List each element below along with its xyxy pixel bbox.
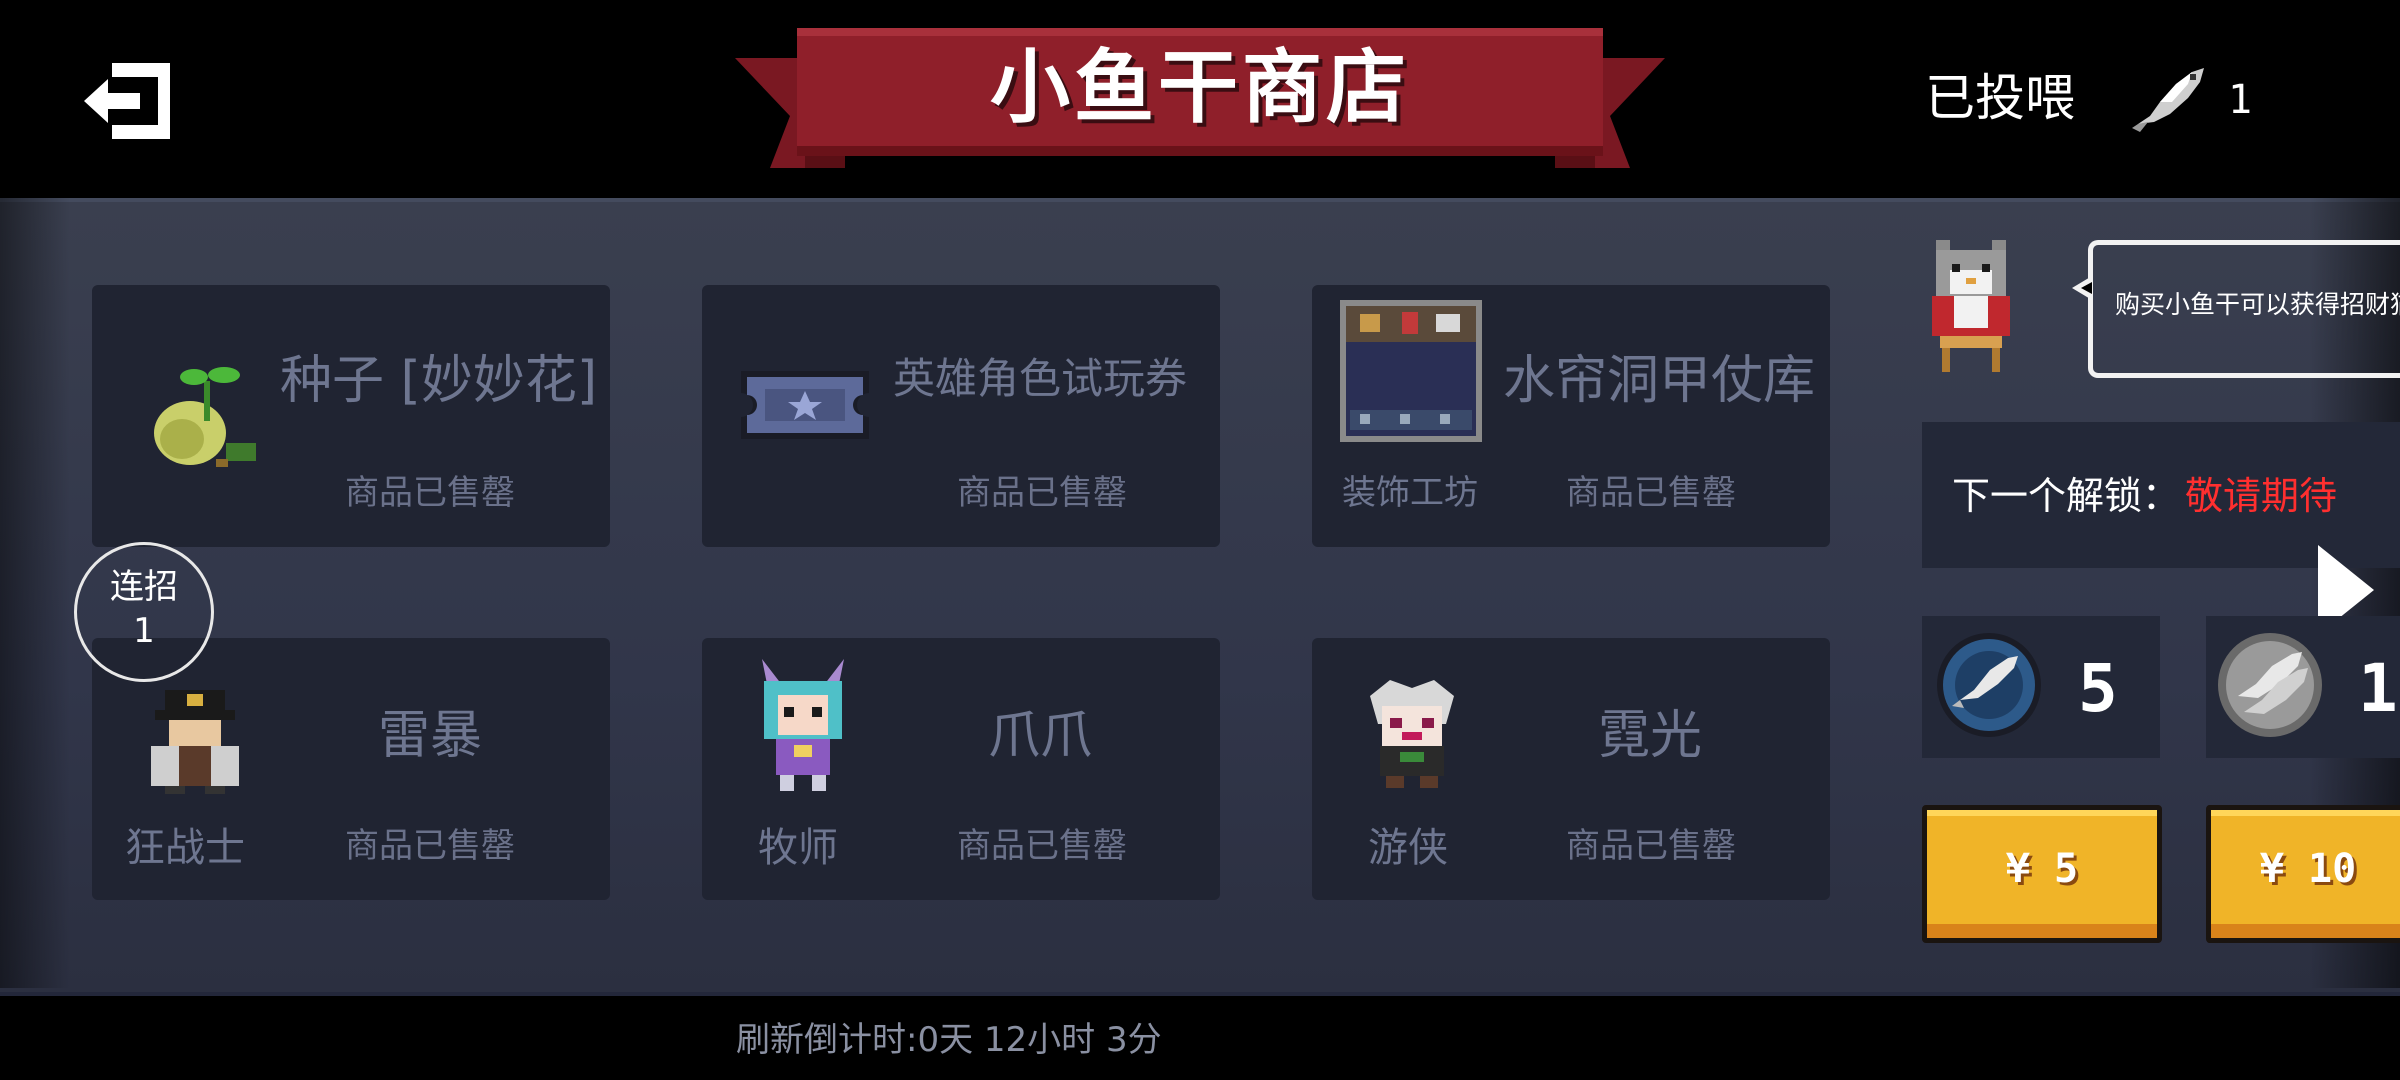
workshop-icon (1340, 300, 1482, 442)
pack-amount: 10 (2358, 650, 2400, 727)
buy-5-button[interactable]: ¥ 5 (1922, 805, 2162, 943)
combo-label: 连招 (110, 567, 178, 607)
fish-bowl-icon (1934, 630, 2044, 740)
hero-class: 牧师 (758, 825, 838, 871)
next-unlock-label: 下一个解锁： (1952, 474, 2181, 518)
hero-class: 狂战士 (125, 825, 245, 871)
item-category: 装饰工坊 (1342, 473, 1478, 513)
speech-text: 购买小鱼干可以获得招财猫 (2115, 290, 2400, 319)
item-status: 商品已售罄 (957, 473, 1127, 513)
hero-skin-name: 雷暴 (378, 706, 483, 766)
item-status: 商品已售罄 (345, 473, 515, 513)
merchant-cat-avatar[interactable] (1930, 240, 2012, 372)
item-name: 英雄角色试玩券 (893, 354, 1188, 403)
item-status: 商品已售罄 (1566, 473, 1736, 513)
page-title: 小鱼干商店 (990, 41, 1410, 134)
ticket-icon (735, 365, 875, 445)
combo-badge: 连招 1 (74, 542, 214, 682)
fed-label: 已投喂 (1925, 69, 2075, 127)
buy-10-button[interactable]: ¥ 10 (2206, 805, 2400, 943)
item-status: 商品已售罄 (1566, 826, 1736, 866)
priest-icon (748, 655, 858, 795)
item-status: 商品已售罄 (345, 826, 515, 866)
dried-fish-icon (2130, 62, 2210, 132)
fed-count: 1 (2228, 77, 2253, 123)
hero-skin-name: 霓光 (1598, 706, 1703, 766)
berserker-icon (145, 686, 245, 796)
ranger-icon (1360, 676, 1464, 792)
exit-icon (84, 63, 170, 139)
hero-class: 游侠 (1368, 825, 1448, 871)
fish-bundle-icon (2214, 630, 2326, 740)
exit-button[interactable] (78, 55, 178, 147)
item-name: 水帘洞甲仗库 (1503, 351, 1816, 411)
refresh-countdown: 刷新倒计时:0天 12小时 3分 (736, 1020, 1162, 1060)
next-unlock-value: 敬请期待 (2185, 474, 2338, 518)
seed-icon (130, 355, 270, 485)
combo-count: 1 (133, 611, 155, 651)
item-status: 商品已售罄 (957, 826, 1127, 866)
item-name: 种子 [妙妙花] (280, 351, 598, 411)
pack-amount: 5 (2078, 650, 2118, 727)
hero-skin-name: 爪爪 (988, 706, 1093, 766)
